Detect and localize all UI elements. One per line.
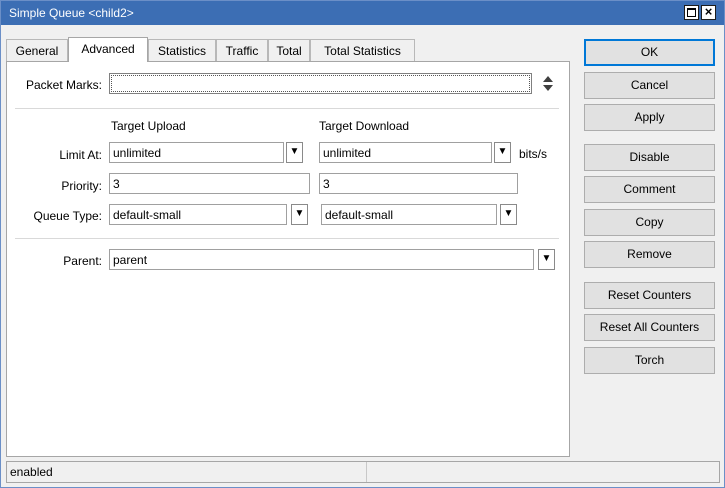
dropdown-arrow-icon[interactable]: ▼ [494, 142, 511, 163]
priority-download-input[interactable]: 3 [319, 173, 518, 194]
disable-button[interactable]: Disable [584, 144, 715, 171]
limit-at-label: Limit At: [59, 148, 102, 162]
dropdown-arrow-icon[interactable]: ▼ [286, 142, 303, 163]
maximize-icon[interactable] [684, 5, 699, 20]
separator [15, 238, 559, 239]
ok-button[interactable]: OK [584, 39, 715, 66]
tab-statistics[interactable]: Statistics [148, 39, 216, 61]
simple-queue-window: Simple Queue <child2> × General Advanced… [0, 0, 725, 488]
tab-total[interactable]: Total [268, 39, 310, 61]
cancel-button[interactable]: Cancel [584, 72, 715, 99]
up-arrow-icon[interactable] [543, 76, 553, 82]
title-bar[interactable]: Simple Queue <child2> × [1, 1, 724, 25]
queue-type-download-select[interactable]: default-small [321, 204, 497, 225]
queue-type-label: Queue Type: [33, 209, 103, 223]
packet-marks-field[interactable] [109, 73, 532, 94]
tab-advanced[interactable]: Advanced [68, 37, 148, 62]
reset-counters-button[interactable]: Reset Counters [584, 282, 715, 309]
dropdown-arrow-icon[interactable]: ▼ [500, 204, 517, 225]
tab-total-statistics[interactable]: Total Statistics [310, 39, 415, 61]
down-arrow-icon[interactable] [543, 85, 553, 91]
up-down-arrows-icon[interactable] [542, 74, 554, 94]
dropdown-arrow-icon[interactable]: ▼ [291, 204, 308, 225]
limit-at-download-input[interactable]: unlimited [319, 142, 492, 163]
comment-button[interactable]: Comment [584, 176, 715, 203]
packet-marks-label: Packet Marks: [25, 78, 102, 92]
queue-type-upload-select[interactable]: default-small [109, 204, 287, 225]
tab-general[interactable]: General [6, 39, 68, 61]
reset-all-counters-button[interactable]: Reset All Counters [584, 314, 715, 341]
close-icon[interactable]: × [701, 5, 716, 20]
priority-label: Priority: [61, 179, 102, 193]
limit-at-upload-input[interactable]: unlimited [109, 142, 284, 163]
target-upload-header: Target Upload [111, 119, 186, 133]
apply-button[interactable]: Apply [584, 104, 715, 131]
separator [15, 108, 559, 109]
copy-button[interactable]: Copy [584, 209, 715, 236]
tab-traffic[interactable]: Traffic [216, 39, 268, 61]
status-bar: enabled [6, 461, 720, 483]
remove-button[interactable]: Remove [584, 241, 715, 268]
limit-at-unit: bits/s [519, 147, 548, 161]
target-download-header: Target Download [319, 119, 410, 133]
priority-upload-input[interactable]: 3 [109, 173, 310, 194]
status-text: enabled [7, 462, 367, 482]
parent-select[interactable]: parent [109, 249, 534, 270]
torch-button[interactable]: Torch [584, 347, 715, 374]
parent-label: Parent: [63, 254, 102, 268]
window-title: Simple Queue <child2> [9, 6, 134, 20]
dropdown-arrow-icon[interactable]: ▼ [538, 249, 555, 270]
